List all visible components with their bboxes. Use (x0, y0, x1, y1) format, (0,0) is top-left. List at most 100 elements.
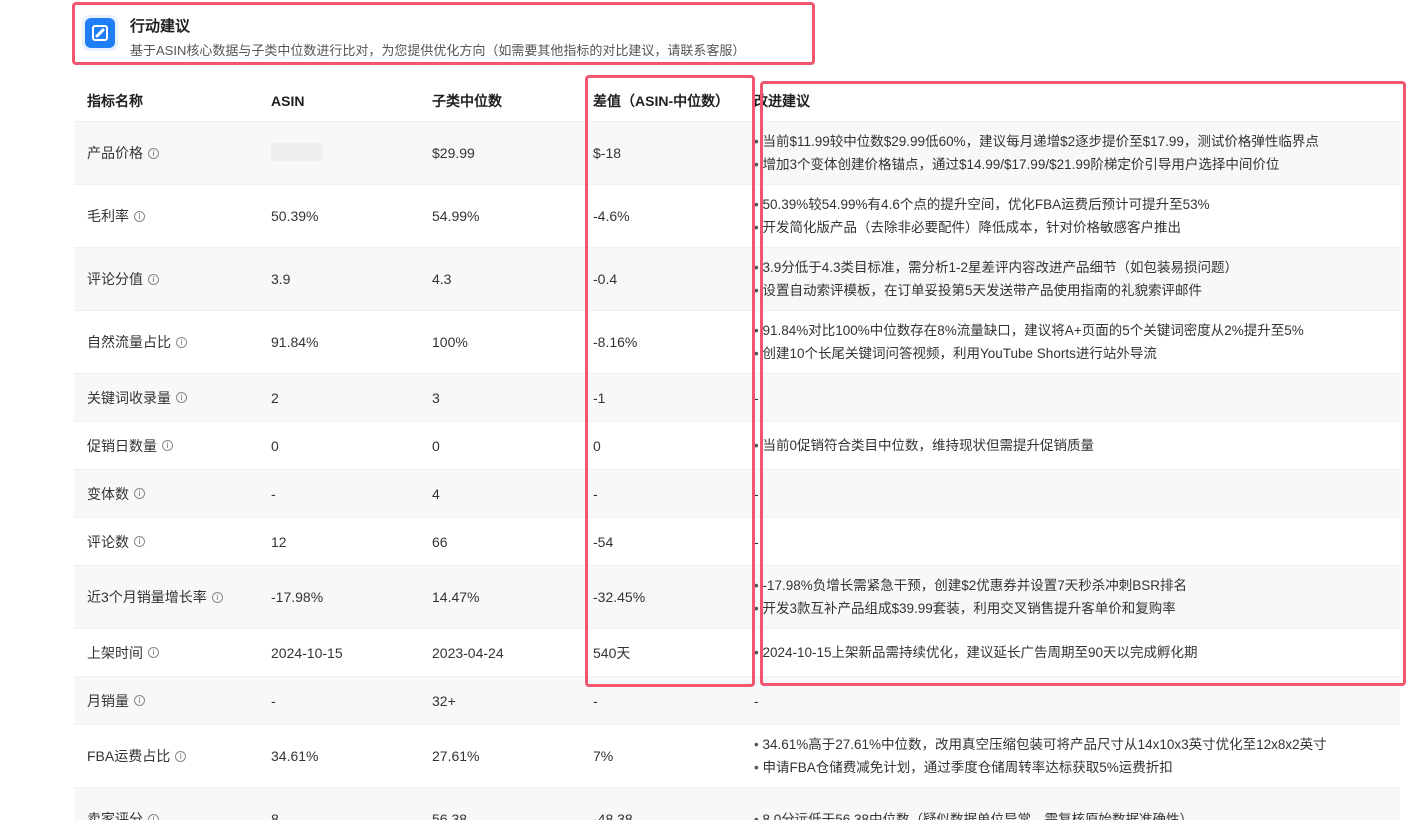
median-value: 3 (432, 389, 440, 406)
diff-value: -0.4 (593, 271, 618, 287)
info-circle-icon[interactable]: i (148, 813, 159, 820)
metric-name: 月销量 (87, 692, 129, 709)
median-value: 4.3 (432, 271, 452, 287)
asin-value: 12 (271, 533, 287, 550)
asin-value: 8 (271, 811, 279, 820)
median-value: 56.38 (432, 811, 468, 820)
comparison-table: 指标名称 ASIN 子类中位数 差值（ASIN-中位数） 改进建议 产品价格 i … (74, 80, 1400, 820)
suggestion-empty: - (754, 692, 759, 709)
suggestion-item: 34.61%高于27.61%中位数，改用真空压缩包装可将产品尺寸从14x10x3… (754, 733, 1400, 756)
diff-value: -8.16% (593, 334, 638, 350)
asin-value: - (271, 485, 276, 502)
metric-name: FBA运费占比 (87, 748, 171, 764)
asin-value: 2 (271, 389, 279, 406)
column-header-suggestion: 改进建议 (754, 92, 810, 109)
lens-badge-icon (82, 15, 118, 51)
redacted-value (271, 142, 323, 161)
suggestion-empty: - (754, 533, 759, 550)
metric-name: 促销日数量 (87, 437, 157, 454)
info-circle-icon[interactable]: i (176, 392, 187, 403)
table-row: 月销量 i - 32+ - - (74, 677, 1400, 725)
metric-name: 近3个月销量增长率 (87, 589, 207, 605)
median-value: 27.61% (432, 748, 480, 764)
diff-value: -4.6% (593, 208, 630, 224)
median-value: 4 (432, 485, 440, 502)
asin-value: 91.84% (271, 334, 319, 350)
info-circle-icon[interactable]: i (148, 147, 159, 159)
metric-name: 评论分值 (87, 271, 143, 287)
diff-value: -1 (593, 389, 606, 406)
column-header-asin: ASIN (271, 92, 305, 109)
median-value: 0 (432, 437, 440, 454)
table-row: 自然流量占比 i 91.84% 100% -8.16% 91.84%对比100%中… (74, 311, 1400, 374)
info-circle-icon[interactable]: i (148, 273, 159, 285)
info-circle-icon[interactable]: i (162, 440, 173, 451)
suggestion-item: 当前0促销符合类目中位数，维持现状但需提升促销质量 (754, 434, 1400, 457)
diff-value: $-18 (593, 145, 622, 161)
table-row: 促销日数量 i 0 0 0 当前0促销符合类目中位数，维持现状但需提升促销质量 (74, 422, 1400, 470)
table-row: 产品价格 i $29.99 $-18 当前$11.99较中位数$29.99低60%… (74, 122, 1400, 185)
median-value: 2023-04-24 (432, 644, 504, 661)
info-circle-icon[interactable]: i (148, 647, 159, 658)
column-header-median: 子类中位数 (432, 92, 502, 109)
suggestion-item: 8.0分远低于56.38中位数（疑似数据单位异常，需复核原始数据准确性） (754, 808, 1400, 820)
table-row: 上架时间 i 2024-10-15 2023-04-24 540天 2024-10… (74, 629, 1400, 677)
info-circle-icon[interactable]: i (134, 210, 145, 222)
metric-name: 自然流量占比 (87, 334, 171, 350)
diff-value: - (593, 485, 598, 502)
suggestion-item: 增加3个变体创建价格锚点，通过$14.99/$17.99/$21.99阶梯定价引… (754, 153, 1400, 176)
suggestion-item: 2024-10-15上架新品需持续优化，建议延长广告周期至90天以完成孵化期 (754, 641, 1400, 664)
suggestion-item: 3.9分低于4.3类目标准，需分析1-2星差评内容改进产品细节（如包装易损问题） (754, 256, 1400, 279)
diff-value: 0 (593, 437, 601, 454)
table-row: 评论数 i 12 66 -54 - (74, 518, 1400, 566)
suggestion-item: 创建10个长尾关键词问答视频，利用YouTube Shorts进行站外导流 (754, 342, 1400, 365)
asin-value: 3.9 (271, 271, 291, 287)
table-header-row: 指标名称 ASIN 子类中位数 差值（ASIN-中位数） 改进建议 (74, 80, 1400, 122)
info-circle-icon[interactable]: i (134, 695, 145, 706)
table-row: 变体数 i - 4 - - (74, 470, 1400, 518)
median-value: 14.47% (432, 589, 480, 605)
info-circle-icon[interactable]: i (175, 750, 187, 762)
section-subtitle: 基于ASIN核心数据与子类中位数进行比对，为您提供优化方向（如需要其他指标的对比… (130, 43, 746, 58)
asin-value: -17.98% (271, 589, 324, 605)
asin-value: - (271, 692, 276, 709)
info-circle-icon[interactable]: i (134, 536, 145, 547)
metric-name: 卖家评分 (87, 811, 143, 820)
metric-name: 评论数 (87, 533, 129, 550)
suggestion-empty: - (754, 485, 759, 502)
suggestion-item: 91.84%对比100%中位数存在8%流量缺口，建议将A+页面的5个关键词密度从… (754, 319, 1400, 342)
metric-name: 关键词收录量 (87, 389, 171, 406)
asin-value: 34.61% (271, 748, 319, 764)
diff-value: 7% (593, 748, 614, 764)
metric-name: 变体数 (87, 485, 129, 502)
diff-value: 540天 (593, 644, 631, 661)
median-value: 54.99% (432, 208, 480, 224)
table-row: 卖家评分 i 8 56.38 -48.38 8.0分远低于56.38中位数（疑似数… (74, 788, 1400, 820)
metric-name: 毛利率 (87, 208, 129, 224)
table-row: FBA运费占比 i 34.61% 27.61% 7% 34.61%高于27.61%… (74, 725, 1400, 788)
suggestion-item: 当前$11.99较中位数$29.99低60%，建议每月递增$2逐步提价至$17.… (754, 130, 1400, 153)
suggestion-item: 设置自动索评模板，在订单妥投第5天发送带产品使用指南的礼貌索评邮件 (754, 279, 1400, 302)
suggestion-empty: - (754, 389, 759, 406)
suggestion-item: -17.98%负增长需紧急干预，创建$2优惠券并设置7天秒杀冲刺BSR排名 (754, 574, 1400, 597)
table-row: 近3个月销量增长率 i -17.98% 14.47% -32.45% -17.98… (74, 566, 1400, 629)
asin-value: 50.39% (271, 208, 319, 224)
diff-value: -32.45% (593, 589, 646, 605)
asin-value: 0 (271, 437, 279, 454)
info-circle-icon[interactable]: i (176, 336, 187, 348)
suggestion-item: 50.39%较54.99%有4.6个点的提升空间，优化FBA运费后预计可提升至5… (754, 193, 1400, 216)
metric-name: 产品价格 (87, 145, 143, 161)
diff-value: - (593, 692, 598, 709)
asin-value: 2024-10-15 (271, 644, 343, 661)
info-circle-icon[interactable]: i (211, 591, 223, 603)
median-value: 100% (432, 334, 468, 350)
median-value: $29.99 (432, 145, 475, 161)
table-row: 评论分值 i 3.9 4.3 -0.4 3.9分低于4.3类目标准，需分析1-2星… (74, 248, 1400, 311)
median-value: 66 (432, 533, 448, 550)
diff-value: -54 (593, 533, 614, 550)
suggestion-item: 开发3款互补产品组成$39.99套装，利用交叉销售提升客单价和复购率 (754, 597, 1400, 620)
column-header-diff: 差值（ASIN-中位数） (593, 92, 730, 109)
metric-name: 上架时间 (87, 644, 143, 661)
info-circle-icon[interactable]: i (134, 488, 145, 499)
action-suggestions-header: 行动建议 基于ASIN核心数据与子类中位数进行比对，为您提供优化方向（如需要其他… (72, 2, 815, 65)
